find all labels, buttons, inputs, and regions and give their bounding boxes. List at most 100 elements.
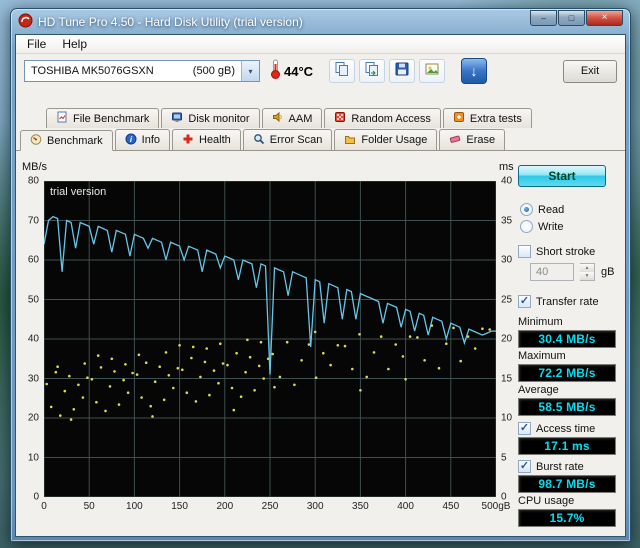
tab-erase[interactable]: Erase (439, 129, 505, 150)
spin-up-button[interactable]: ▲ (580, 264, 594, 272)
y-left-tick: 80 (28, 176, 39, 187)
x-tick: 400 (397, 501, 414, 512)
minimize-button[interactable]: – (530, 10, 557, 26)
close-button[interactable]: × (586, 10, 623, 26)
y-left-axis-label: MB/s (22, 161, 47, 173)
tab-label: File Benchmark (73, 113, 149, 125)
x-tick: 300 (307, 501, 324, 512)
copy-file-icon (364, 61, 380, 82)
screenshot-button[interactable]: ↓ (461, 58, 487, 84)
tab-row-secondary: File Benchmark Disk monitor AAM Random A… (16, 108, 625, 128)
maximize-button[interactable]: □ (558, 10, 585, 26)
svg-text:trial version: trial version (50, 186, 106, 198)
benchmark-plot: trial version (44, 181, 496, 497)
tab-health[interactable]: Health (172, 129, 241, 150)
drive-selector[interactable]: TOSHIBA MK5076GSXN (500 gB) ▾ (24, 60, 260, 82)
minimum-label: Minimum (518, 316, 563, 328)
thermometer-icon (270, 59, 281, 84)
checkbox-checked-icon: ✓ (518, 460, 531, 473)
spin-down-button[interactable]: ▼ (580, 272, 594, 280)
exit-button[interactable]: Exit (563, 60, 617, 83)
tab-file-benchmark[interactable]: File Benchmark (46, 108, 159, 128)
chevron-down-icon[interactable]: ▾ (241, 61, 259, 81)
folder-icon (344, 133, 356, 148)
transfer-rate-label: Transfer rate (536, 296, 599, 308)
start-button[interactable]: Start (518, 165, 606, 187)
x-tick: 150 (171, 501, 188, 512)
extra-tests-icon (453, 111, 465, 126)
y-left-tick: 60 (28, 255, 39, 266)
y-left-tick: 50 (28, 294, 39, 305)
image-icon (424, 61, 440, 82)
tab-row-primary: Benchmark i Info Health Error Scan Folde… (16, 128, 625, 150)
x-tick: 450 (442, 501, 459, 512)
short-stroke-checkbox[interactable]: Short stroke (518, 245, 595, 258)
tab-label: Random Access (351, 113, 430, 125)
y-left-tick: 70 (28, 215, 39, 226)
x-tick: 250 (262, 501, 279, 512)
maximum-label: Maximum (518, 350, 566, 362)
x-tick: 50 (84, 501, 95, 512)
titlebar[interactable]: HD Tune Pro 4.50 - Hard Disk Utility (tr… (15, 9, 626, 34)
benchmark-panel: MB/s ms 80706050403020100 trial version … (16, 150, 625, 535)
tab-random-access[interactable]: Random Access (324, 108, 440, 128)
tab-info[interactable]: i Info (115, 129, 170, 150)
drive-capacity: (500 gB) (193, 65, 235, 77)
tab-label: Folder Usage (361, 134, 427, 146)
y-left-tick: 10 (28, 452, 39, 463)
tab-label: AAM (289, 113, 313, 125)
tab-label: Benchmark (47, 135, 103, 147)
y-left-ticks: 80706050403020100 (16, 181, 42, 497)
y-left-tick: 0 (33, 492, 39, 503)
tab-disk-monitor[interactable]: Disk monitor (161, 108, 259, 128)
copy-to-file-button[interactable] (359, 59, 385, 83)
minimum-value: 30.4 MB/s (518, 330, 616, 348)
drive-name: TOSHIBA MK5076GSXN (31, 65, 154, 77)
copy-button[interactable] (329, 59, 355, 83)
menu-file[interactable]: File (19, 36, 54, 52)
floppy-save-icon (394, 61, 410, 82)
transfer-rate-checkbox[interactable]: ✓ Transfer rate (518, 295, 599, 308)
access-time-value: 17.1 ms (518, 437, 616, 455)
read-radio[interactable]: Read (520, 203, 564, 216)
hdtune-window: HD Tune Pro 4.50 - Hard Disk Utility (tr… (10, 8, 631, 542)
burst-rate-value: 98.7 MB/s (518, 475, 616, 493)
burst-rate-checkbox[interactable]: ✓ Burst rate (518, 460, 584, 473)
average-value: 58.5 MB/s (518, 398, 616, 416)
short-stroke-value[interactable]: 40 (530, 263, 574, 281)
window-title: HD Tune Pro 4.50 - Hard Disk Utility (tr… (38, 15, 303, 29)
checkbox-checked-icon: ✓ (518, 295, 531, 308)
save-button[interactable] (389, 59, 415, 83)
health-cross-icon (182, 133, 194, 148)
short-stroke-label: Short stroke (536, 246, 595, 258)
info-icon: i (125, 133, 137, 148)
x-tick: 100 (126, 501, 143, 512)
tab-label: Info (142, 134, 160, 146)
temperature-readout: 44°C (284, 64, 313, 79)
average-label: Average (518, 384, 559, 396)
x-tick: 350 (352, 501, 369, 512)
write-radio[interactable]: Write (520, 220, 563, 233)
short-stroke-unit-label: gB (601, 266, 614, 278)
tab-extra-tests[interactable]: Extra tests (443, 108, 532, 128)
access-time-checkbox[interactable]: ✓ Access time (518, 422, 595, 435)
menu-bar: File Help (16, 35, 625, 54)
save-image-button[interactable] (419, 59, 445, 83)
tab-folder-usage[interactable]: Folder Usage (334, 129, 437, 150)
cpu-usage-label: CPU usage (518, 495, 574, 507)
benchmark-controls: Start Read Write Short stroke 40 ▲ (504, 151, 624, 536)
y-left-tick: 20 (28, 413, 39, 424)
access-time-label: Access time (536, 423, 595, 435)
menu-help[interactable]: Help (54, 36, 95, 52)
tab-benchmark[interactable]: Benchmark (20, 130, 113, 151)
tab-error-scan[interactable]: Error Scan (243, 129, 333, 150)
app-icon (18, 13, 33, 31)
window-client-area: File Help TOSHIBA MK5076GSXN (500 gB) ▾ … (15, 34, 626, 537)
checkbox-unchecked-icon (518, 245, 531, 258)
radio-selected-icon (520, 203, 533, 216)
file-benchmark-icon (56, 111, 68, 126)
y-left-tick: 30 (28, 373, 39, 384)
tab-aam[interactable]: AAM (262, 108, 323, 128)
down-arrow-icon: ↓ (471, 63, 478, 79)
disk-monitor-icon (171, 111, 183, 126)
